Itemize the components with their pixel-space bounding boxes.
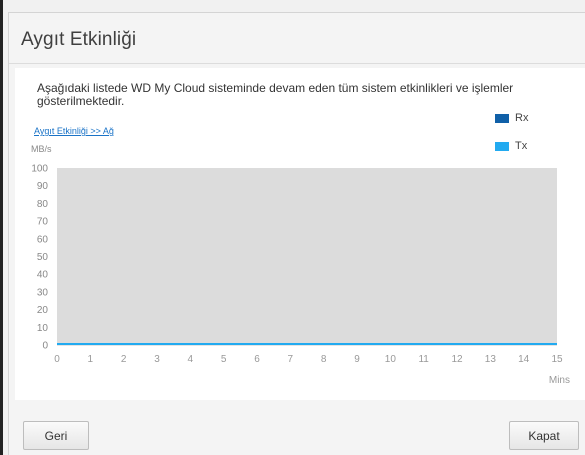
- dialog-title: Aygıt Etkinliği: [21, 29, 137, 50]
- title-divider: [9, 63, 585, 64]
- network-activity-link[interactable]: Aygıt Etkinliği >> Ağ: [34, 126, 114, 136]
- back-button[interactable]: Geri: [23, 421, 89, 450]
- device-activity-dialog: Aygıt Etkinliği Aşağıdaki listede WD My …: [8, 12, 585, 455]
- close-button[interactable]: Kapat: [509, 421, 579, 450]
- description-text: Aşağıdaki listede WD My Cloud sisteminde…: [37, 81, 514, 108]
- legend-swatch-rx: [495, 113, 509, 123]
- legend-item-tx: Tx: [495, 140, 527, 152]
- legend-label-tx: Tx: [515, 140, 528, 152]
- legend-label-rx: Rx: [515, 112, 529, 124]
- legend-item-rx: Rx: [495, 112, 528, 124]
- legend-swatch-tx: [495, 141, 509, 151]
- window-edge: [0, 0, 3, 455]
